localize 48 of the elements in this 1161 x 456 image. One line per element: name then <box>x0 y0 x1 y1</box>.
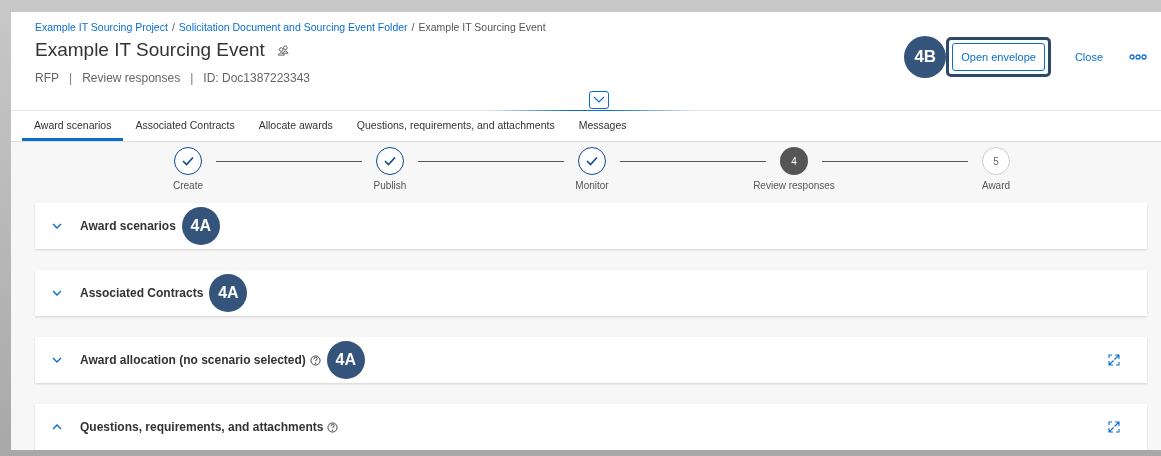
breadcrumb-separator: / <box>411 21 415 33</box>
step-label: Create <box>173 180 203 191</box>
section-title: Award scenarios <box>80 219 176 233</box>
step-number: 4 <box>780 147 808 175</box>
separator-glyph: | <box>69 71 73 85</box>
more-icon[interactable] <box>1129 54 1147 60</box>
open-envelope-button[interactable]: Open envelope <box>952 43 1045 71</box>
breadcrumb-separator: / <box>171 21 175 33</box>
tab[interactable]: Associated Contracts <box>123 111 247 141</box>
section-title: Award allocation (no scenario selected) <box>80 353 306 367</box>
subtitle-text: RFP <box>35 71 59 85</box>
chevron-down-icon <box>593 96 605 104</box>
tab[interactable]: Messages <box>566 111 639 141</box>
callout-badge: 4A <box>326 341 365 379</box>
step-label: Publish <box>373 180 407 191</box>
step-number: 5 <box>982 147 1010 175</box>
breadcrumb-link[interactable]: Example IT Sourcing Project <box>35 21 168 33</box>
step-label: Monitor <box>575 180 609 191</box>
tab[interactable]: Allocate awards <box>246 111 345 141</box>
tab[interactable]: Award scenarios <box>22 111 124 141</box>
callout-badge: 4B <box>904 36 947 78</box>
expand-icon[interactable] <box>1108 354 1120 366</box>
completed-step-icon <box>578 147 606 175</box>
subtitle-text: ID: Doc1387223343 <box>203 71 311 85</box>
tab[interactable]: Questions, requirements, and attachments <box>344 111 567 141</box>
separator-glyph: | <box>190 71 194 85</box>
subtitle-text: Review responses <box>82 71 181 85</box>
chevron-down-icon[interactable] <box>52 357 62 363</box>
section-title: Questions, requirements, and attachments <box>80 420 324 434</box>
close-button[interactable]: Close <box>1068 50 1109 64</box>
expand-icon[interactable] <box>1108 421 1120 433</box>
completed-step-icon <box>174 147 202 175</box>
page-title: Example IT Sourcing Event <box>35 39 265 61</box>
help-icon[interactable] <box>309 354 321 366</box>
chevron-down-icon[interactable] <box>52 290 62 296</box>
callout-badge: 4A <box>181 207 220 245</box>
breadcrumb-link[interactable]: Solicitation Document and Sourcing Event Folder <box>178 21 408 33</box>
step-label: Award <box>981 180 1011 191</box>
help-icon[interactable] <box>327 421 339 433</box>
callout-badge: 4A <box>209 274 248 312</box>
step-label: Review responses <box>753 180 835 191</box>
section-title: Associated Contracts <box>80 286 204 300</box>
completed-step-icon <box>376 147 404 175</box>
chevron-down-icon[interactable] <box>52 223 62 229</box>
breadcrumb-current: Example IT Sourcing Event <box>418 21 546 33</box>
collapse-header-button[interactable] <box>589 91 609 109</box>
people-icon[interactable] <box>276 44 290 56</box>
chevron-up-icon[interactable] <box>52 424 62 430</box>
